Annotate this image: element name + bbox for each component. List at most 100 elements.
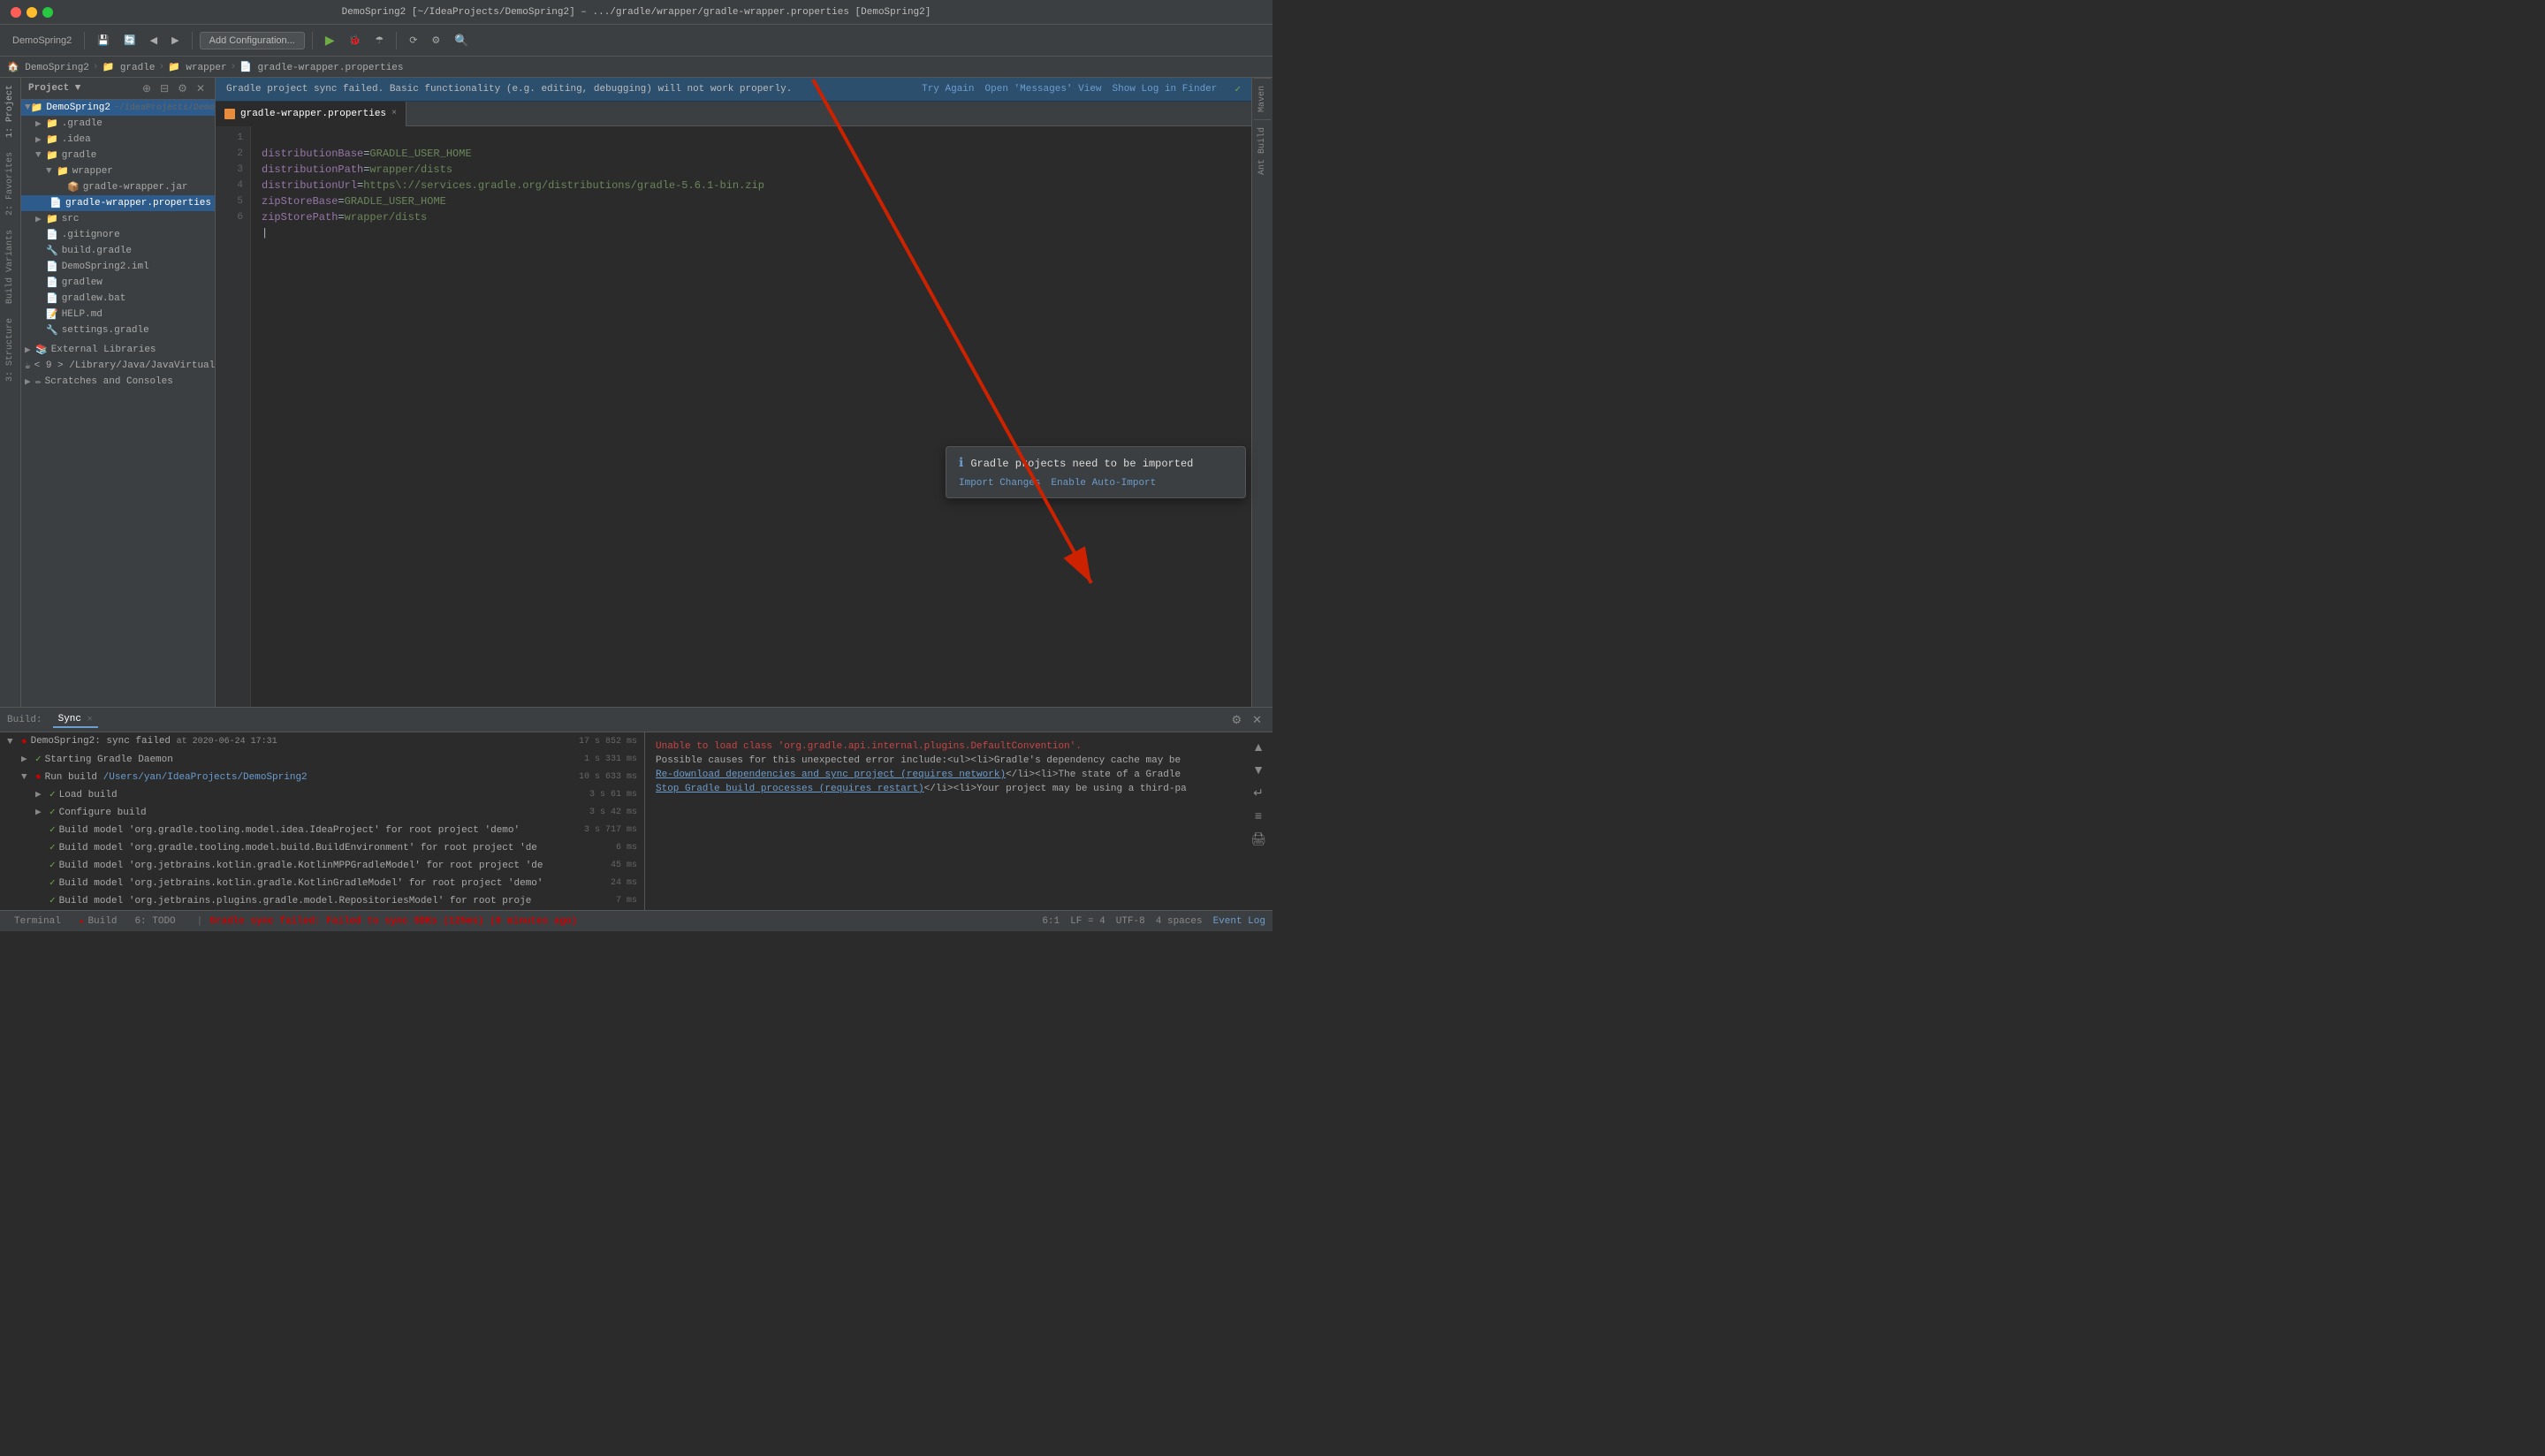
build-toggle-load[interactable]: ▶ xyxy=(35,786,46,804)
tree-item-ext-libs[interactable]: ▶ 📚 External Libraries xyxy=(21,342,215,358)
run-button[interactable]: ▶ xyxy=(320,30,340,50)
tree-item-root[interactable]: ▼ 📁 DemoSpring2 ~/IdeaProjects/DemoSprin… xyxy=(21,100,215,116)
tab-close-btn[interactable]: × xyxy=(391,109,397,118)
code-val-1: GRADLE_USER_HOME xyxy=(369,148,471,160)
maven-tab[interactable]: Maven xyxy=(1254,78,1271,119)
close-sidebar-btn[interactable]: ✕ xyxy=(194,81,208,95)
build-item-model2[interactable]: ✓ Build model 'org.gradle.tooling.model.… xyxy=(0,839,644,857)
output-line2: Possible causes for this unexpected erro… xyxy=(656,754,1262,768)
terminal-tab[interactable]: Terminal xyxy=(7,914,68,929)
locate-file-btn[interactable]: ⊕ xyxy=(140,81,154,95)
breadcrumb-gradle[interactable]: 📁 gradle xyxy=(103,61,156,73)
tree-buildgradle-label: build.gradle xyxy=(62,246,132,256)
build-toggle-root[interactable]: ▼ xyxy=(7,733,18,751)
settings-build-btn[interactable]: ⚙ xyxy=(1227,711,1245,729)
breadcrumb-wrapper[interactable]: 📁 wrapper xyxy=(168,61,227,73)
tree-item-wrapper[interactable]: ▼ 📁 wrapper xyxy=(21,163,215,179)
build-item-configure[interactable]: ▶ ✓ Configure build 3 s 42 ms xyxy=(0,804,644,822)
breadcrumb-file[interactable]: 📄 gradle-wrapper.properties xyxy=(239,61,403,73)
project-name-btn[interactable]: DemoSpring2 xyxy=(7,33,77,49)
open-messages-btn[interactable]: Open 'Messages' View xyxy=(985,83,1102,95)
tree-item-gradle-hidden[interactable]: ▶ 📁 .gradle xyxy=(21,116,215,132)
tree-item-buildgradle[interactable]: 🔧 build.gradle xyxy=(21,243,215,259)
folder-icon: 📁 xyxy=(46,118,58,130)
build-item-run[interactable]: ▼ ● Run build /Users/yan/IdeaProjects/De… xyxy=(0,769,644,786)
build-item-root[interactable]: ▼ ● DemoSpring2: sync failed at 2020-06-… xyxy=(0,732,644,751)
window-controls[interactable] xyxy=(11,7,53,18)
scroll-down-btn[interactable]: ▼ xyxy=(1248,759,1269,780)
vtab-build-variants[interactable]: Build Variants xyxy=(2,223,19,311)
back-btn[interactable]: ◀ xyxy=(145,32,163,49)
tree-item-idea[interactable]: ▶ 📁 .idea xyxy=(21,132,215,148)
tree-item-jdk[interactable]: ☕ < 9 > /Library/Java/JavaVirtualMachine… xyxy=(21,358,215,374)
build-tab-status[interactable]: ✦ Build xyxy=(72,914,125,929)
show-log-btn[interactable]: Show Log in Finder xyxy=(1113,83,1218,95)
build-item-model5[interactable]: ✓ Build model 'org.jetbrains.plugins.gra… xyxy=(0,892,644,910)
build-item-load[interactable]: ▶ ✓ Load build 3 s 61 ms xyxy=(0,786,644,804)
tree-item-iml[interactable]: 📄 DemoSpring2.iml xyxy=(21,259,215,275)
build-toggle-configure[interactable]: ▶ xyxy=(35,804,46,822)
build-item-model3[interactable]: ✓ Build model 'org.jetbrains.kotlin.grad… xyxy=(0,857,644,875)
breadcrumb-project[interactable]: 🏠 DemoSpring2 xyxy=(7,61,89,73)
code-content[interactable]: distributionBase=GRADLE_USER_HOME distri… xyxy=(251,126,1251,707)
tab-label: gradle-wrapper.properties xyxy=(240,109,386,119)
event-log[interactable]: Event Log xyxy=(1213,916,1265,927)
vtab-favorites[interactable]: 2: Favorites xyxy=(2,145,19,223)
build-tree[interactable]: ▼ ● DemoSpring2: sync failed at 2020-06-… xyxy=(0,732,645,910)
build-item-daemon[interactable]: ▶ ✓ Starting Gradle Daemon 1 s 331 ms xyxy=(0,751,644,769)
sync-btn[interactable]: 🔄 xyxy=(118,32,141,49)
enable-auto-import-button[interactable]: Enable Auto-Import xyxy=(1051,478,1156,489)
debug-btn[interactable]: 🐞 xyxy=(344,32,367,49)
tree-item-gradle[interactable]: ▼ 📁 gradle xyxy=(21,148,215,163)
gradle-refresh-btn[interactable]: ⟳ xyxy=(404,32,422,49)
tree-item-gitignore[interactable]: 📄 .gitignore xyxy=(21,227,215,243)
minimize-button[interactable] xyxy=(27,7,37,18)
vtab-project[interactable]: 1: Project xyxy=(2,78,19,145)
filter-btn[interactable]: ≡ xyxy=(1248,805,1269,826)
add-configuration-button[interactable]: Add Configuration... xyxy=(200,32,305,49)
run-build-path[interactable]: /Users/yan/IdeaProjects/DemoSpring2 xyxy=(103,772,308,783)
collapse-all-btn[interactable]: ⊟ xyxy=(157,81,171,95)
scroll-up-btn[interactable]: ▲ xyxy=(1248,736,1269,757)
tree-item-gradlew[interactable]: 📄 gradlew xyxy=(21,275,215,291)
output-error-line1: Unable to load class 'org.gradle.api.int… xyxy=(656,739,1262,754)
sync-tab-close[interactable]: ✕ xyxy=(87,715,93,724)
vtab-structure[interactable]: 3: Structure xyxy=(2,311,19,389)
code-editor[interactable]: 1 2 3 4 5 6 distributionBase=GRADLE_USER… xyxy=(216,126,1251,707)
todo-tab[interactable]: 6: TODO xyxy=(127,914,182,929)
tree-item-gradlew-bat[interactable]: 📄 gradlew.bat xyxy=(21,291,215,307)
try-again-btn[interactable]: Try Again xyxy=(922,83,974,95)
build-time-m2: 6 ms xyxy=(616,839,637,857)
output-link2[interactable]: Stop Gradle build processes (requires re… xyxy=(656,784,924,794)
output-line4: </li><li>Your project may be using a thi… xyxy=(924,784,1187,794)
tree-item-scratches[interactable]: ▶ ✏ Scratches and Consoles xyxy=(21,374,215,390)
build-toggle-daemon[interactable]: ▶ xyxy=(21,751,32,769)
print-btn[interactable]: 🖨 xyxy=(1248,828,1269,849)
close-button[interactable] xyxy=(11,7,21,18)
import-changes-button[interactable]: Import Changes xyxy=(959,478,1040,489)
line-num-1: 1 xyxy=(216,130,243,146)
search-btn[interactable]: 🔍 xyxy=(449,31,474,50)
tree-item-helpmd[interactable]: 📝 HELP.md xyxy=(21,307,215,322)
save-all-btn[interactable]: 💾 xyxy=(92,32,115,49)
output-link1[interactable]: Re-download dependencies and sync projec… xyxy=(656,770,1006,780)
settings-sidebar-btn[interactable]: ⚙ xyxy=(175,81,190,95)
settings-btn[interactable]: ⚙ xyxy=(426,32,445,49)
build-toggle-run[interactable]: ▼ xyxy=(21,769,32,786)
maximize-button[interactable] xyxy=(42,7,53,18)
build-output[interactable]: Unable to load class 'org.gradle.api.int… xyxy=(645,732,1272,910)
build-item-model1[interactable]: ✓ Build model 'org.gradle.tooling.model.… xyxy=(0,822,644,839)
tree-item-wrapper-jar[interactable]: 📦 gradle-wrapper.jar xyxy=(21,179,215,195)
soft-wrap-btn[interactable]: ↵ xyxy=(1248,782,1269,803)
tab-gradle-wrapper-props[interactable]: gradle-wrapper.properties × xyxy=(216,102,406,126)
ok-icon-6: ✓ xyxy=(49,857,56,875)
build-item-model4[interactable]: ✓ Build model 'org.jetbrains.kotlin.grad… xyxy=(0,875,644,892)
tree-item-wrapper-props[interactable]: 📄 gradle-wrapper.properties xyxy=(21,195,215,211)
ant-build-tab[interactable]: Ant Build xyxy=(1254,119,1271,182)
close-panel-btn[interactable]: ✕ xyxy=(1249,711,1265,729)
coverage-btn[interactable]: ☂ xyxy=(369,32,389,49)
sync-tab[interactable]: Sync ✕ xyxy=(53,712,98,728)
tree-item-settings-gradle[interactable]: 🔧 settings.gradle xyxy=(21,322,215,338)
tree-item-src[interactable]: ▶ 📁 src xyxy=(21,211,215,227)
forward-btn[interactable]: ▶ xyxy=(166,32,184,49)
